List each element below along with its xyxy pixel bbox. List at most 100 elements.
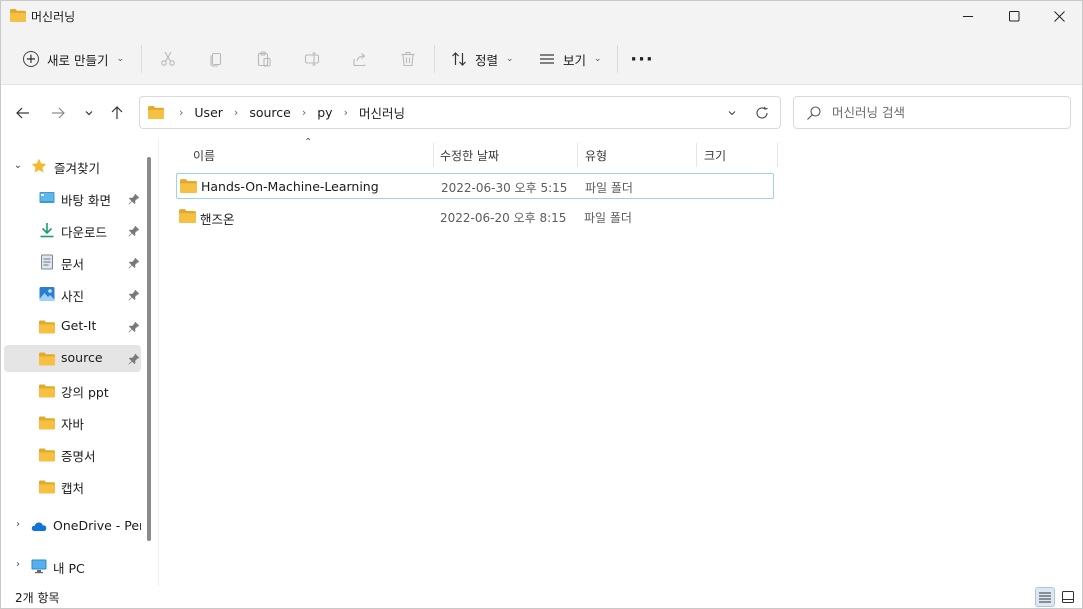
large-icons-view-button[interactable] xyxy=(1058,587,1078,607)
sidebar-scrollbar[interactable] xyxy=(147,157,151,541)
folder-icon xyxy=(39,384,55,398)
pin-icon[interactable] xyxy=(128,353,140,365)
pin-icon[interactable] xyxy=(128,193,140,205)
minimize-button[interactable] xyxy=(945,1,991,32)
address-history-button[interactable] xyxy=(723,104,741,122)
sidebar-item-label: 자바 xyxy=(61,417,85,432)
chevron-down-icon xyxy=(728,111,736,116)
maximize-button[interactable] xyxy=(991,1,1037,32)
file-modified-date: 2022-06-30 오후 5:15 xyxy=(441,181,568,195)
close-icon xyxy=(1053,11,1065,22)
minimize-icon xyxy=(962,16,973,17)
new-button[interactable]: + 새로 만들기 ⌄ xyxy=(15,43,132,75)
column-header-size[interactable]: 크기 xyxy=(704,142,726,168)
sidebar-item-pictures[interactable]: 사진 xyxy=(4,281,141,308)
sidebar-item-onedrive[interactable]: › OneDrive - Perso xyxy=(4,513,141,540)
column-header-name[interactable]: 이름 xyxy=(193,142,215,168)
copy-button[interactable] xyxy=(204,47,228,71)
column-divider[interactable] xyxy=(433,143,434,167)
sidebar-item-quick-access[interactable]: ⌄ 즐겨찾기 xyxy=(4,153,141,180)
search-input[interactable] xyxy=(832,97,1062,128)
more-options-button[interactable]: ··· xyxy=(627,45,657,73)
table-row[interactable]: 핸즈온 2022-06-20 오후 8:15 파일 폴더 xyxy=(176,204,774,230)
desktop-icon xyxy=(39,192,55,203)
forward-button[interactable] xyxy=(47,102,69,124)
onedrive-cloud-icon xyxy=(31,522,47,531)
sidebar-item-source[interactable]: source xyxy=(4,345,141,372)
status-bar: 2개 항목 xyxy=(1,586,1082,608)
pin-icon[interactable] xyxy=(128,321,140,333)
pin-icon[interactable] xyxy=(128,225,140,237)
folder-icon xyxy=(180,179,197,193)
pin-icon[interactable] xyxy=(128,257,140,269)
file-modified-date: 2022-06-20 오후 8:15 xyxy=(440,211,567,225)
toolbar-divider xyxy=(141,45,142,73)
chevron-right-icon[interactable]: › xyxy=(12,519,24,530)
arrow-right-icon xyxy=(52,107,65,119)
recent-locations-button[interactable] xyxy=(78,102,100,124)
file-name: 핸즈온 xyxy=(200,212,235,227)
file-name: Hands-On-Machine-Learning xyxy=(201,179,379,194)
search-icon xyxy=(807,106,821,120)
paste-button[interactable] xyxy=(252,47,276,71)
details-view-button[interactable] xyxy=(1035,587,1055,607)
file-list: ⌃ 이름 수정한 날짜 유형 크기 Hands-On-Machine-Learn… xyxy=(161,137,1082,586)
arrow-left-icon xyxy=(16,107,29,119)
sidebar-item-label: source xyxy=(61,350,103,365)
toolbar-divider xyxy=(617,45,618,73)
delete-icon xyxy=(401,51,415,67)
sidebar-item-label: 증명서 xyxy=(61,449,96,464)
sidebar-item-java[interactable]: 자바 xyxy=(4,409,141,436)
tiles-view-icon xyxy=(1062,591,1074,603)
pin-icon[interactable] xyxy=(128,289,140,301)
cut-button[interactable] xyxy=(156,47,180,71)
column-header-modified[interactable]: 수정한 날짜 xyxy=(440,142,499,168)
share-button[interactable] xyxy=(348,47,372,71)
folder-icon xyxy=(148,106,164,119)
maximize-icon xyxy=(1008,11,1019,22)
breadcrumb-item[interactable]: User xyxy=(192,105,225,120)
sidebar-item-downloads[interactable]: 다운로드 xyxy=(4,217,141,244)
breadcrumb-item[interactable]: 머신러닝 xyxy=(357,103,407,122)
sort-button[interactable]: 정렬 ⌄ xyxy=(445,43,520,75)
sidebar-item-captures[interactable]: 캡처 xyxy=(4,473,141,500)
pictures-icon xyxy=(39,287,55,301)
delete-button[interactable] xyxy=(396,47,420,71)
back-button[interactable] xyxy=(12,102,34,124)
column-divider[interactable] xyxy=(777,143,778,167)
chevron-right-icon[interactable]: › xyxy=(344,106,348,119)
chevron-right-icon[interactable]: › xyxy=(12,559,24,570)
sidebar-item-lecture-ppt[interactable]: 강의 ppt xyxy=(4,377,141,404)
refresh-button[interactable] xyxy=(752,103,772,123)
breadcrumb-item[interactable]: py xyxy=(315,105,334,120)
sidebar-item-desktop[interactable]: 바탕 화면 xyxy=(4,185,141,212)
column-header-type[interactable]: 유형 xyxy=(585,142,607,168)
sidebar-item-label: 캡처 xyxy=(61,481,85,496)
share-icon xyxy=(353,53,366,67)
sidebar-item-this-pc[interactable]: › 내 PC xyxy=(4,553,141,580)
chevron-down-icon xyxy=(85,111,93,116)
breadcrumb-item[interactable]: source xyxy=(247,105,293,120)
table-row[interactable]: Hands-On-Machine-Learning 2022-06-30 오후 … xyxy=(176,173,774,199)
column-divider[interactable] xyxy=(577,143,578,167)
sidebar-item-documents[interactable]: 문서 xyxy=(4,249,141,276)
view-button[interactable]: 보기 ⌄ xyxy=(533,43,608,75)
rename-button[interactable] xyxy=(300,47,324,71)
search-box[interactable] xyxy=(793,96,1071,129)
folder-icon xyxy=(39,416,55,430)
more-icon: ··· xyxy=(630,48,654,70)
copy-icon xyxy=(210,52,222,67)
pane-divider[interactable] xyxy=(158,139,159,586)
sidebar-item-certificates[interactable]: 증명서 xyxy=(4,441,141,468)
column-divider[interactable] xyxy=(696,143,697,167)
sidebar-item-get-it[interactable]: Get-It xyxy=(4,313,141,340)
chevron-right-icon[interactable]: › xyxy=(179,106,183,119)
chevron-down-icon[interactable]: ⌄ xyxy=(12,160,24,171)
breadcrumb: › User › source › py › 머신러닝 xyxy=(170,97,407,128)
up-button[interactable] xyxy=(106,102,128,124)
close-button[interactable] xyxy=(1036,1,1082,32)
chevron-right-icon[interactable]: › xyxy=(302,106,306,119)
chevron-right-icon[interactable]: › xyxy=(234,106,238,119)
sort-icon xyxy=(452,52,466,66)
address-bar[interactable]: › User › source › py › 머신러닝 xyxy=(139,96,781,129)
